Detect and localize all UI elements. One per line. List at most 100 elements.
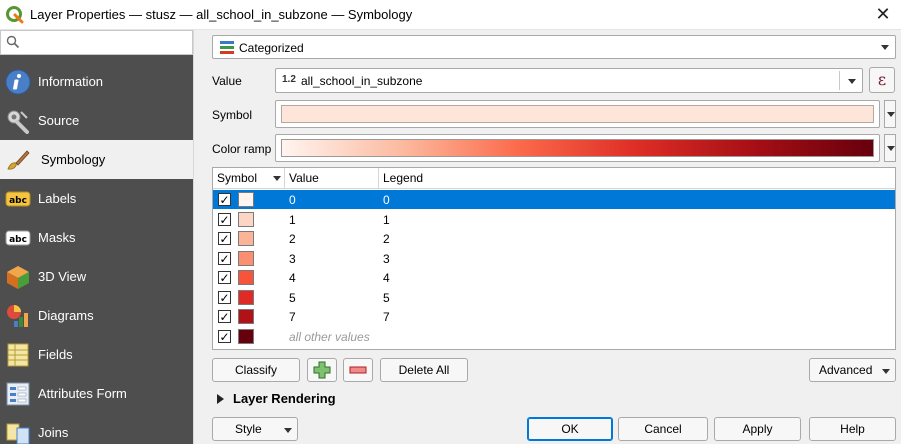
table-row[interactable]: ✓ all other values [213, 327, 895, 346]
symbol-button[interactable] [275, 100, 880, 128]
table-row[interactable]: ✓ 5 5 [213, 288, 895, 307]
sidebar-item-fields[interactable]: Fields [0, 335, 193, 374]
table-row[interactable]: ✓ 2 2 [213, 229, 895, 248]
color-ramp-button[interactable] [275, 134, 880, 162]
help-button[interactable]: Help [809, 417, 896, 441]
value-label: Value [212, 74, 242, 88]
category-checkbox[interactable]: ✓ [218, 271, 231, 284]
sidebar-item-label: Joins [38, 425, 69, 440]
column-header-legend[interactable]: Legend [383, 171, 423, 185]
category-symbol-swatch[interactable] [238, 270, 254, 285]
category-checkbox[interactable]: ✓ [218, 251, 231, 265]
delete-all-button[interactable]: Delete All [380, 358, 468, 382]
chevron-down-icon [284, 428, 292, 433]
sidebar-item-joins[interactable]: Joins [0, 413, 193, 444]
source-icon [7, 110, 29, 134]
sidebar-search-input[interactable] [0, 30, 193, 55]
category-symbol-swatch[interactable] [238, 328, 254, 344]
dropdown-separator [839, 71, 840, 90]
labels-icon: abc [5, 191, 31, 207]
chevron-down-icon [848, 78, 856, 84]
category-value: 0 [289, 193, 296, 207]
sidebar: Information Source Symbology abc Labels … [0, 30, 193, 444]
category-symbol-swatch[interactable] [238, 289, 254, 305]
category-legend: 4 [383, 271, 390, 285]
diagrams-icon [7, 305, 28, 327]
close-button[interactable]: ✕ [865, 0, 901, 30]
sidebar-item-label: Symbology [41, 152, 106, 167]
category-checkbox[interactable]: ✓ [218, 329, 231, 343]
color-ramp-label: Color ramp [212, 142, 272, 156]
search-icon [6, 35, 20, 49]
expand-arrow-icon [217, 394, 224, 404]
category-value: 3 [289, 251, 296, 266]
style-button[interactable]: Style [212, 417, 298, 441]
category-symbol-swatch[interactable] [238, 192, 254, 207]
sidebar-item-label: Fields [38, 347, 73, 362]
value-field-dropdown[interactable]: 1.2 all_school_in_subzone [275, 68, 863, 93]
sidebar-item-masks[interactable]: abc Masks [0, 218, 193, 257]
category-checkbox[interactable]: ✓ [218, 310, 231, 323]
sidebar-item-label: 3D View [38, 269, 87, 284]
category-checkbox[interactable]: ✓ [218, 290, 231, 304]
expression-button[interactable]: ε [869, 67, 895, 93]
cancel-button[interactable]: Cancel [618, 417, 708, 441]
table-row[interactable]: ✓ 7 7 [213, 307, 895, 326]
category-legend: 0 [383, 193, 390, 207]
sort-indicator-icon [273, 176, 281, 181]
category-checkbox[interactable]: ✓ [218, 212, 231, 226]
qgis-logo-icon [6, 6, 24, 24]
information-icon [5, 69, 31, 95]
category-value: 1 [289, 212, 296, 227]
sidebar-item-label: Source [38, 113, 80, 128]
chevron-down-icon [887, 146, 895, 151]
sidebar-item-3d-view[interactable]: 3D View [0, 257, 193, 296]
category-legend: 2 [383, 232, 390, 246]
classify-button[interactable]: Classify [212, 358, 300, 382]
category-legend: 7 [383, 310, 390, 324]
table-row[interactable]: ✓ 3 3 [213, 249, 895, 268]
category-legend: 5 [383, 290, 390, 305]
chevron-down-icon [882, 369, 890, 374]
category-symbol-swatch[interactable] [238, 211, 254, 227]
advanced-button[interactable]: Advanced [809, 358, 896, 382]
sidebar-item-labels[interactable]: abc Labels [0, 179, 193, 218]
table-row[interactable]: ✓ 1 1 [213, 210, 895, 229]
advanced-label: Advanced [819, 363, 873, 377]
category-checkbox[interactable]: ✓ [218, 232, 231, 245]
column-header-value[interactable]: Value [289, 171, 319, 185]
renderer-type-dropdown[interactable]: Categorized [212, 35, 896, 59]
sidebar-item-information[interactable]: Information [0, 62, 193, 101]
table-row[interactable]: ✓ 4 4 [213, 268, 895, 287]
remove-category-button[interactable] [343, 358, 373, 382]
apply-button[interactable]: Apply [714, 417, 801, 441]
symbol-menu-button[interactable] [884, 100, 896, 128]
category-symbol-swatch[interactable] [238, 250, 254, 266]
fields-icon [7, 343, 29, 367]
categories-table[interactable]: Symbol Value Legend ✓ 0 0 ✓ 1 1 ✓ 2 2 ✓ 3 3 ✓ 4 4 ✓ 5 5 ✓ 7… [212, 167, 896, 350]
sidebar-item-symbology[interactable]: Symbology [0, 140, 193, 179]
sidebar-item-attributes-form[interactable]: Attributes Form [0, 374, 193, 413]
sidebar-item-diagrams[interactable]: Diagrams [0, 296, 193, 335]
category-checkbox[interactable]: ✓ [218, 193, 231, 206]
title-bar: Layer Properties — stusz — all_school_in… [0, 0, 901, 30]
category-value: 4 [289, 271, 296, 285]
sidebar-scrollbar[interactable] [193, 30, 204, 444]
category-value: 2 [289, 232, 296, 246]
column-divider [284, 168, 285, 189]
symbology-panel: Categorized Value 1.2 all_school_in_subz… [205, 30, 901, 444]
masks-icon: abc [5, 230, 31, 246]
sidebar-item-source[interactable]: Source [0, 101, 193, 140]
sidebar-item-label: Diagrams [38, 308, 94, 323]
category-symbol-swatch[interactable] [238, 231, 254, 246]
sidebar-item-label: Labels [38, 191, 77, 206]
add-category-button[interactable] [307, 358, 337, 382]
column-header-symbol[interactable]: Symbol [217, 171, 257, 185]
table-row[interactable]: ✓ 0 0 [213, 190, 895, 209]
layer-rendering-toggle[interactable]: Layer Rendering [217, 391, 336, 406]
category-symbol-swatch[interactable] [238, 309, 254, 324]
ok-button[interactable]: OK [527, 417, 613, 441]
chevron-down-icon [887, 112, 895, 117]
category-value: 5 [289, 290, 296, 305]
color-ramp-menu-button[interactable] [884, 134, 896, 162]
